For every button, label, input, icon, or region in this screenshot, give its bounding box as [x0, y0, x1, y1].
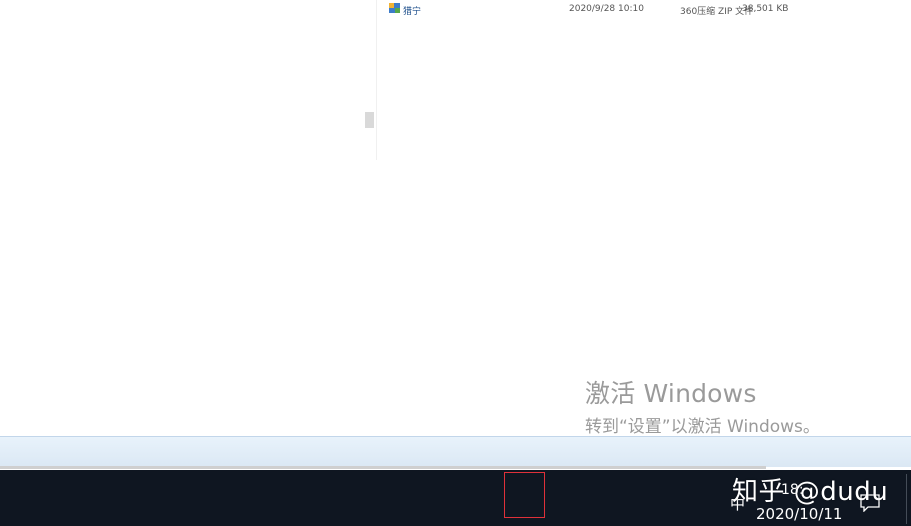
file-date: 2020/9/28 10:10: [569, 4, 644, 14]
horizontal-scrollbar[interactable]: [0, 466, 766, 469]
file-size: 38,501 KB: [742, 4, 789, 14]
site-watermark: 知乎 @dudu: [732, 477, 889, 507]
scrollbar-thumb[interactable]: [365, 112, 374, 128]
activate-windows-notice: 激活 Windows 转到“设置”以激活 Windows。: [585, 374, 820, 437]
file-name: 猎宁: [403, 7, 422, 17]
highlight-box: [504, 472, 545, 518]
zip-file-icon: [389, 3, 400, 13]
activate-title: 激活 Windows: [585, 379, 757, 408]
activate-message: 转到“设置”以激活 Windows。: [585, 417, 820, 437]
explorer-navigation-pane: [0, 0, 377, 160]
window-bottom-strip: [0, 436, 911, 467]
show-desktop-divider[interactable]: [906, 474, 907, 524]
file-list-row[interactable]: 猎宁 2020/9/28 10:10 360压缩 ZIP 文件 38,501 K…: [389, 2, 909, 18]
